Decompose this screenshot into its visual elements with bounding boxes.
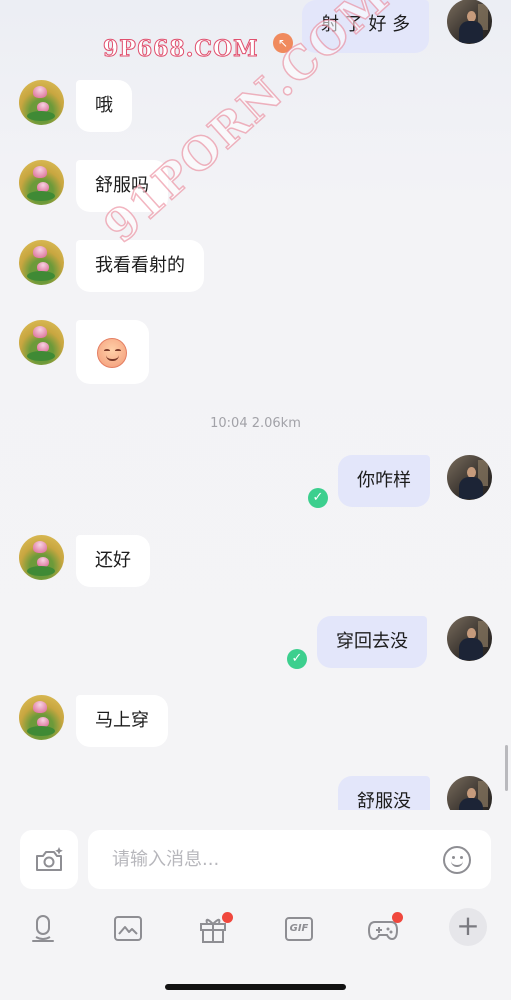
game-icon[interactable] <box>367 912 403 945</box>
voice-icon[interactable] <box>27 913 59 945</box>
my-avatar[interactable] <box>447 616 492 661</box>
message-bubble-outgoing[interactable]: 穿回去没 <box>317 616 427 668</box>
bottom-toolbar: GIF + <box>0 905 511 955</box>
plus-icon[interactable]: + <box>449 908 487 946</box>
contact-avatar[interactable] <box>19 160 64 205</box>
message-bubble-incoming[interactable]: 我看看射的 <box>76 240 204 292</box>
notification-badge <box>222 912 233 923</box>
camera-button[interactable] <box>20 830 78 889</box>
message-bubble-outgoing[interactable]: 舒服没 <box>338 776 430 810</box>
image-icon[interactable] <box>112 913 144 945</box>
my-avatar[interactable] <box>447 0 492 44</box>
scrollbar[interactable] <box>505 745 508 791</box>
message-input[interactable]: 请输入消息... <box>88 830 491 889</box>
contact-avatar[interactable] <box>19 240 64 285</box>
contact-avatar[interactable] <box>19 320 64 365</box>
read-check-icon: ✓ <box>287 649 307 669</box>
contact-avatar[interactable] <box>19 80 64 125</box>
camera-icon <box>36 847 63 871</box>
message-bubble-incoming[interactable]: 还好 <box>76 535 150 587</box>
home-indicator[interactable] <box>165 984 346 990</box>
chat-screen: 射 了 好 多 9P668.COM ↖ 哦 舒服吗 我看看射的 91PORN.C… <box>0 0 511 1000</box>
read-check-icon: ✓ <box>308 488 328 508</box>
gift-icon[interactable] <box>197 912 233 945</box>
gif-icon[interactable]: GIF <box>283 913 315 945</box>
notification-badge <box>392 912 403 923</box>
message-list[interactable]: 射 了 好 多 9P668.COM ↖ 哦 舒服吗 我看看射的 91PORN.C… <box>0 0 511 810</box>
my-avatar[interactable] <box>447 455 492 500</box>
contact-avatar[interactable] <box>19 695 64 740</box>
message-bubble-incoming[interactable]: 哦 <box>76 80 132 132</box>
blush-emoji-icon <box>97 338 127 368</box>
message-composer: 请输入消息... <box>0 822 511 897</box>
watermark-top: 9P668.COM <box>102 36 259 63</box>
gif-label: GIF <box>289 923 309 934</box>
message-bubble-outgoing[interactable]: 你咋样 <box>338 455 430 507</box>
message-bubble-incoming[interactable]: 马上穿 <box>76 695 168 747</box>
message-timestamp: 10:04 2.06km <box>210 416 301 431</box>
message-input-placeholder: 请输入消息... <box>112 849 220 870</box>
contact-avatar[interactable] <box>19 535 64 580</box>
message-bubble-incoming[interactable] <box>76 320 149 384</box>
my-avatar[interactable] <box>447 776 492 810</box>
emoji-icon[interactable] <box>443 846 471 874</box>
